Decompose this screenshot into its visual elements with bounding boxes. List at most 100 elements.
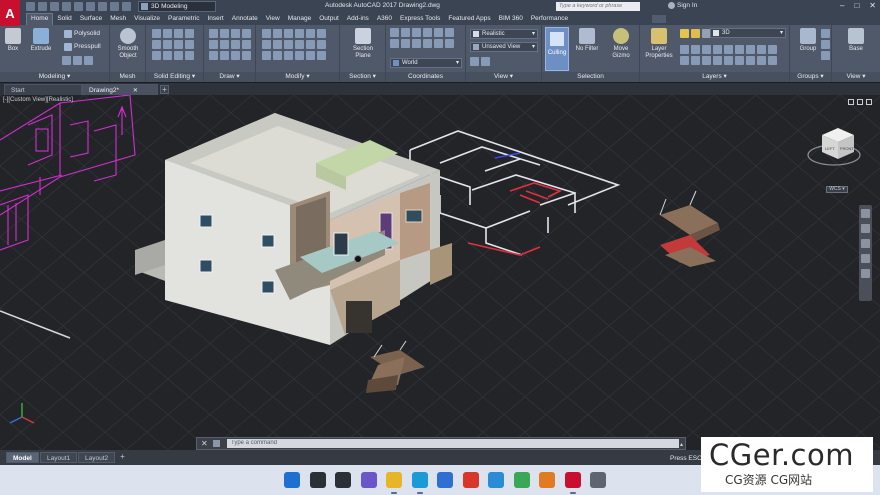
culling-button[interactable]: Culling: [545, 27, 569, 71]
search-icon[interactable]: [309, 472, 326, 488]
command-input[interactable]: [227, 439, 679, 448]
ucs-z-icon[interactable]: [434, 28, 443, 37]
ribbon-tab-solid[interactable]: Solid: [53, 13, 75, 25]
view-manager-icon[interactable]: [481, 57, 490, 66]
shell-icon[interactable]: [185, 51, 194, 60]
ucs-icon[interactable]: [390, 28, 399, 37]
command-line-customize-icon[interactable]: [213, 440, 220, 447]
layer-state-icon[interactable]: [746, 56, 755, 65]
app-orange-icon[interactable]: [539, 472, 555, 488]
imprint-icon[interactable]: [174, 40, 183, 49]
3d-mirror-icon[interactable]: [295, 51, 304, 60]
ribbon-tab-home[interactable]: Home: [26, 13, 54, 25]
app-gray-icon[interactable]: [590, 472, 606, 488]
smooth-object-tool[interactable]: Smooth Object: [110, 28, 146, 60]
ribbon-tab-performance[interactable]: Performance: [527, 13, 572, 25]
layer-translate-icon[interactable]: [768, 56, 777, 65]
layer-on-icon[interactable]: [680, 56, 689, 65]
3d-rotate-icon[interactable]: [273, 51, 282, 60]
fillet-edge-icon[interactable]: [174, 51, 183, 60]
file-tab-start[interactable]: Start: [4, 84, 82, 95]
vscode-icon[interactable]: [488, 472, 504, 488]
layer-walk-icon[interactable]: [757, 45, 766, 54]
zoom-icon[interactable]: [861, 239, 870, 248]
named-view-dropdown[interactable]: Unsaved View: [470, 42, 538, 52]
file-tab-drawing2[interactable]: Drawing2* ✕: [82, 84, 158, 95]
web-mobile-icon[interactable]: [74, 2, 83, 11]
helix-icon[interactable]: [231, 51, 240, 60]
layer-isolate-icon[interactable]: [691, 45, 700, 54]
new-tab-button[interactable]: +: [160, 85, 169, 94]
layer-properties-tool[interactable]: Layer Properties: [642, 28, 676, 60]
ribbon-tab-visualize[interactable]: Visualize: [130, 13, 164, 25]
panel-section-label[interactable]: Section ▾: [340, 72, 385, 82]
ribbon-tab-output[interactable]: Output: [315, 13, 343, 25]
panel-layers-label[interactable]: Layers ▾: [640, 72, 789, 82]
extract-edges-icon[interactable]: [152, 51, 161, 60]
layer-delete-icon[interactable]: [757, 56, 766, 65]
group-select-icon[interactable]: [821, 51, 830, 60]
cylinder-icon[interactable]: [62, 56, 71, 65]
print-icon[interactable]: [86, 2, 95, 11]
move-icon[interactable]: [262, 29, 271, 38]
move-gizmo-tool[interactable]: Move Gizmo: [606, 28, 636, 60]
ucs-x-icon[interactable]: [412, 28, 421, 37]
panel-solid-editing-label[interactable]: Solid Editing ▾: [146, 72, 203, 82]
layer-previous-icon[interactable]: [746, 45, 755, 54]
steering-wheel-icon[interactable]: [861, 209, 870, 218]
point-icon[interactable]: [242, 51, 251, 60]
slice-icon[interactable]: [152, 40, 161, 49]
ribbon-tab-insert[interactable]: Insert: [203, 13, 227, 25]
group-edit-icon[interactable]: [821, 40, 830, 49]
undo-icon[interactable]: [98, 2, 107, 11]
maximize-button[interactable]: □: [854, 1, 859, 10]
panel-draw-label[interactable]: Draw ▾: [204, 72, 255, 82]
explode-icon[interactable]: [306, 40, 315, 49]
file-explorer-icon[interactable]: [386, 472, 402, 488]
viewport-close-icon[interactable]: [866, 99, 872, 105]
sun-freeze-icon[interactable]: [691, 29, 700, 38]
redo-icon[interactable]: [110, 2, 119, 11]
autocad-logo-icon[interactable]: A: [0, 0, 20, 26]
array-icon[interactable]: [284, 40, 293, 49]
ucs-previous-icon[interactable]: [423, 39, 432, 48]
sign-in-button[interactable]: Sign In: [668, 2, 697, 9]
edge-browser-icon[interactable]: [411, 472, 428, 488]
panel-modeling-label[interactable]: Modeling ▾: [0, 72, 109, 82]
layer-lock-icon[interactable]: [713, 45, 722, 54]
scale-icon[interactable]: [262, 40, 271, 49]
visual-style-dropdown[interactable]: Realistic: [470, 29, 538, 39]
offset-icon[interactable]: [317, 40, 326, 49]
group-tool[interactable]: Group: [794, 28, 822, 53]
model-space-canvas[interactable]: LEFT FRONT: [0, 95, 880, 450]
intersect-icon[interactable]: [174, 29, 183, 38]
line-icon[interactable]: [209, 29, 218, 38]
no-filter-tool[interactable]: No Filter: [572, 28, 602, 53]
mirror-icon[interactable]: [295, 29, 304, 38]
ribbon-tab-manage[interactable]: Manage: [284, 13, 316, 25]
match-layer-icon[interactable]: [735, 45, 744, 54]
command-history-icon[interactable]: ▴: [680, 441, 683, 448]
showmotion-icon[interactable]: [861, 269, 870, 278]
ribbon-tab-view[interactable]: View: [262, 13, 284, 25]
ribbon-tab-add-ins[interactable]: Add-ins: [343, 13, 373, 25]
ribbon-tab-mesh[interactable]: Mesh: [106, 13, 130, 25]
tab-layout1[interactable]: Layout1: [40, 452, 78, 463]
task-view-icon[interactable]: [335, 472, 351, 488]
ribbon-tab-a360[interactable]: A360: [373, 13, 396, 25]
arc-icon[interactable]: [242, 29, 251, 38]
separate-icon[interactable]: [185, 40, 194, 49]
close-button[interactable]: ✕: [869, 1, 876, 10]
store-icon[interactable]: [437, 472, 453, 488]
viewcube-front-face[interactable]: FRONT: [840, 146, 854, 151]
save-as-icon[interactable]: [62, 2, 71, 11]
make-current-icon[interactable]: [724, 45, 733, 54]
new-file-icon[interactable]: [26, 2, 35, 11]
panel-view-base-label[interactable]: View ▾: [832, 72, 880, 82]
section-plane-tool[interactable]: Section Plane: [346, 28, 380, 60]
ucs-world-icon[interactable]: [434, 39, 443, 48]
tab-model[interactable]: Model: [6, 452, 39, 463]
circle-icon[interactable]: [231, 29, 240, 38]
ribbon-tab-surface[interactable]: Surface: [76, 13, 106, 25]
pan-icon[interactable]: [861, 224, 870, 233]
